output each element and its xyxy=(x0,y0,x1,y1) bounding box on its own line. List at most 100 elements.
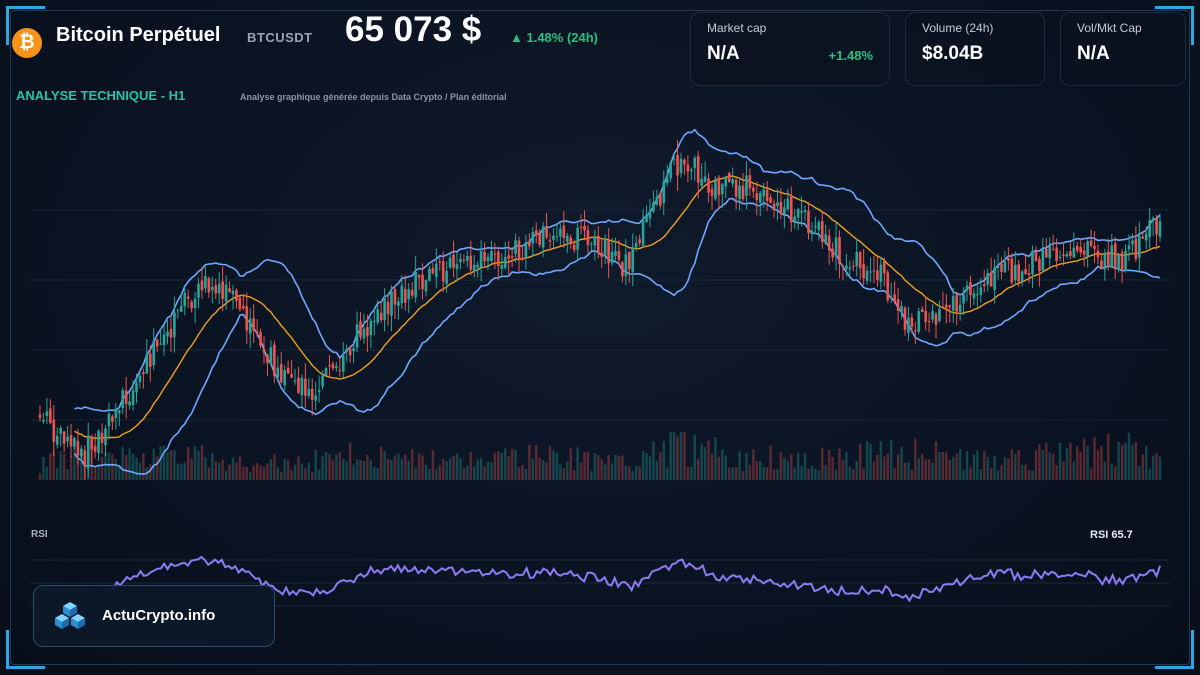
volume-bar xyxy=(93,467,97,480)
volume-bar xyxy=(600,459,603,480)
candle-body xyxy=(286,367,290,374)
candle-body xyxy=(945,304,948,308)
candle-body xyxy=(979,287,983,295)
candle-body xyxy=(104,428,107,446)
candle-body xyxy=(245,306,249,331)
volume-bar xyxy=(159,446,162,480)
volume-bars xyxy=(38,432,1162,480)
volume-bar xyxy=(317,469,321,480)
candle-body xyxy=(696,156,700,183)
candle-body xyxy=(982,284,986,287)
candle-body xyxy=(700,178,703,186)
volume-bar xyxy=(421,455,424,480)
candle-body xyxy=(338,369,342,372)
candle-body xyxy=(472,264,476,272)
volume-bar xyxy=(541,460,545,480)
volume-bar xyxy=(490,462,493,480)
candle-body xyxy=(917,311,921,332)
volume-bar xyxy=(562,468,566,480)
volume-bar xyxy=(1082,438,1086,480)
volume-bar xyxy=(979,469,983,480)
candle-body xyxy=(314,395,317,401)
candle-body xyxy=(521,257,524,260)
candle-body xyxy=(1031,250,1034,275)
candle-body xyxy=(259,332,262,346)
volume-bar xyxy=(955,453,958,480)
volume-bar xyxy=(228,464,231,480)
candle-body xyxy=(431,268,435,274)
volume-bar xyxy=(100,457,104,480)
candle-body xyxy=(607,240,610,264)
volume-bar xyxy=(131,453,135,480)
candle-body xyxy=(400,285,404,304)
volume-bar xyxy=(865,441,869,480)
volume-bar xyxy=(204,457,207,480)
volume-bar xyxy=(504,448,507,480)
candle-body xyxy=(648,210,652,219)
candle-body xyxy=(869,271,872,273)
volume-bar xyxy=(1120,444,1124,480)
volume-bar xyxy=(362,461,366,480)
volume-bar xyxy=(142,453,145,480)
candle-body xyxy=(1086,241,1089,257)
candle-body xyxy=(366,327,369,337)
volume-bar xyxy=(307,462,311,480)
candle-body xyxy=(576,227,579,250)
candle-body xyxy=(217,283,221,294)
volume-bar xyxy=(311,472,314,480)
volume-bar xyxy=(855,460,858,480)
volume-bar xyxy=(597,455,600,480)
candle-body xyxy=(789,195,793,223)
candle-body xyxy=(335,366,338,369)
section-label: ANALYSE TECHNIQUE - H1 xyxy=(16,88,186,103)
candle-body xyxy=(590,244,593,246)
candle-body xyxy=(1144,233,1148,241)
volume-bar xyxy=(455,453,459,480)
candle-body xyxy=(931,311,934,320)
volume-bar xyxy=(1093,437,1096,480)
volume-bar xyxy=(269,459,273,480)
candle-body xyxy=(169,328,173,338)
volume-bar xyxy=(786,461,790,480)
card-label: Volume (24h) xyxy=(922,21,994,35)
candle-body xyxy=(555,235,559,237)
volume-bar xyxy=(572,470,576,480)
candle-body xyxy=(207,278,211,293)
volume-bar xyxy=(697,459,700,480)
volume-bar xyxy=(624,465,628,480)
candle-body xyxy=(679,158,683,174)
candle-body xyxy=(290,373,293,378)
candle-body xyxy=(686,164,690,172)
volume-bar xyxy=(479,457,483,480)
candle-body xyxy=(634,242,638,248)
candle-body xyxy=(1155,218,1158,235)
volume-bar xyxy=(155,456,159,480)
candle-body xyxy=(834,237,838,257)
candle-body xyxy=(786,198,790,210)
volume-bar xyxy=(862,468,865,480)
candle-body xyxy=(190,301,193,309)
candle-body xyxy=(231,290,235,295)
candle-body xyxy=(1069,251,1072,256)
volume-bar xyxy=(793,468,796,480)
candle-body xyxy=(59,427,62,434)
candle-body xyxy=(845,265,848,269)
candle-body xyxy=(38,414,42,419)
candle-body xyxy=(97,430,100,454)
candle-body xyxy=(1013,264,1017,281)
candle-body xyxy=(748,175,752,189)
candle-body xyxy=(1051,248,1055,250)
candle-body xyxy=(903,307,907,330)
candle-body xyxy=(841,265,845,267)
volume-bar xyxy=(135,457,138,480)
volume-bar xyxy=(1020,464,1024,480)
candle-body xyxy=(142,372,145,375)
volume-bar xyxy=(293,464,297,480)
volume-bar xyxy=(438,465,441,480)
volume-bar xyxy=(586,451,590,480)
candle-body xyxy=(796,209,800,218)
candle-body xyxy=(1148,220,1151,238)
candle-body xyxy=(238,297,242,310)
candle-body xyxy=(876,270,879,280)
volume-bar xyxy=(648,456,652,480)
